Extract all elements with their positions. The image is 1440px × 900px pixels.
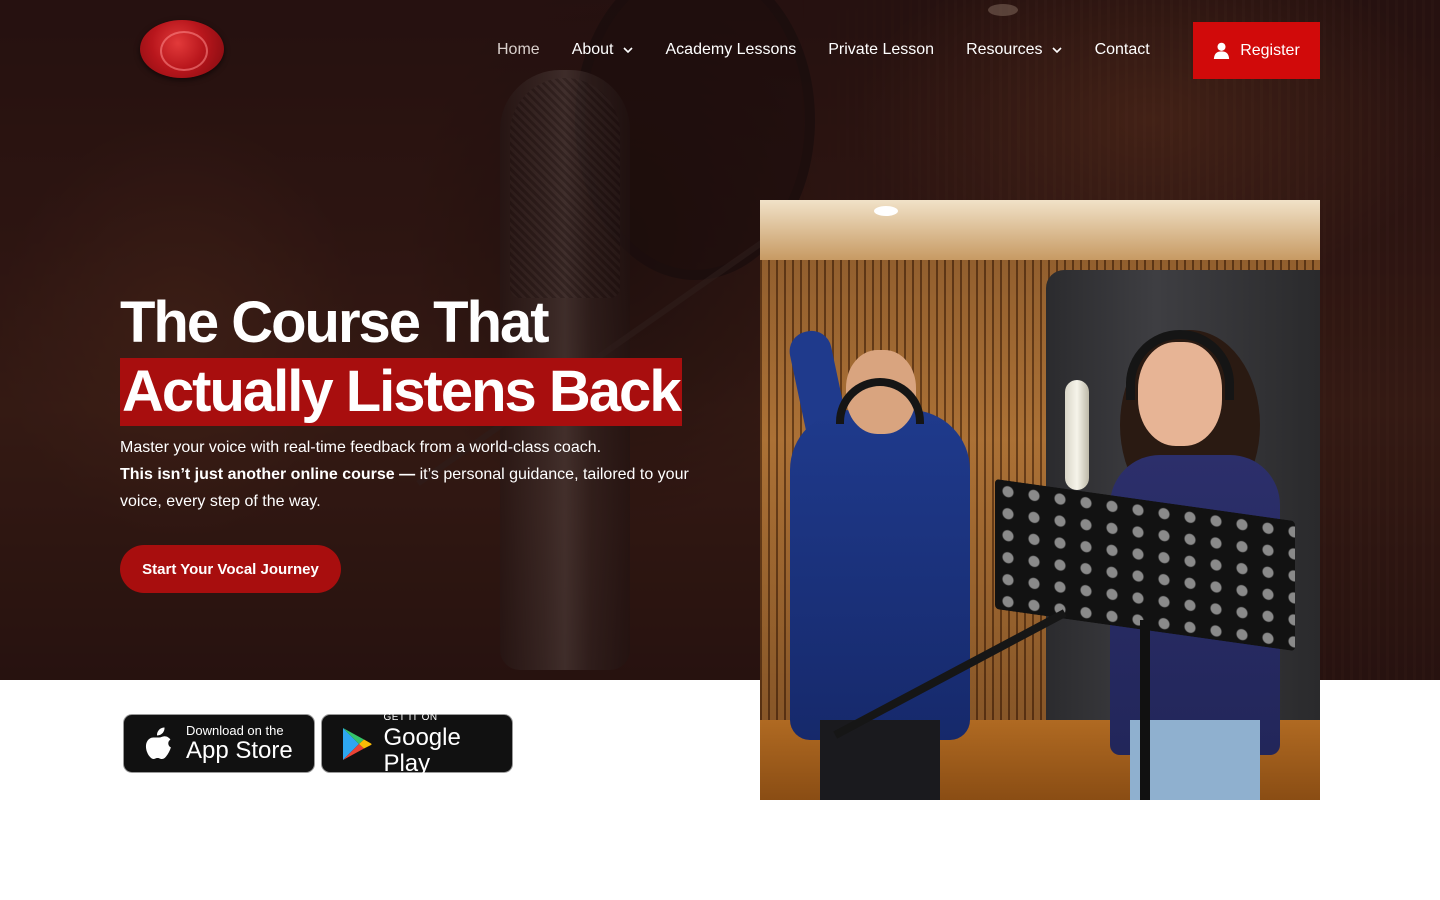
start-vocal-journey-button[interactable]: Start Your Vocal Journey xyxy=(120,545,341,593)
ceiling-lamp xyxy=(874,206,898,216)
subtext-bold: This isn’t just another online course — xyxy=(120,466,416,483)
chevron-down-icon xyxy=(1051,44,1063,56)
google-play-badge[interactable]: GET IT ON Google Play xyxy=(321,712,513,776)
nav-about-label: About xyxy=(571,41,614,58)
main-nav: Home About Academy Lessons Private Lesso… xyxy=(497,36,1150,64)
user-icon xyxy=(1213,42,1230,59)
register-label: Register xyxy=(1240,41,1300,59)
subtext-line-1: Master your voice with real-time feedbac… xyxy=(120,439,602,456)
app-store-text: Download on the App Store xyxy=(186,722,293,764)
nav-home-label: Home xyxy=(497,41,540,58)
nav-private-lesson-label: Private Lesson xyxy=(828,41,935,58)
google-play-big: Google Play xyxy=(383,723,461,777)
app-store-badge[interactable]: Download on the App Store xyxy=(123,714,315,773)
nav-about[interactable]: About xyxy=(572,41,634,59)
google-play-text: GET IT ON Google Play xyxy=(383,711,512,777)
app-store-big: App Store xyxy=(186,736,293,764)
hero-subtext: Master your voice with real-time feedbac… xyxy=(120,434,720,515)
google-play-small: GET IT ON xyxy=(383,711,438,723)
studio-photo xyxy=(760,200,1320,800)
nav-academy-lessons[interactable]: Academy Lessons xyxy=(666,41,797,59)
music-stand-pole xyxy=(1140,620,1150,800)
nav-resources[interactable]: Resources xyxy=(966,41,1062,59)
headline-line-1: The Course That xyxy=(120,290,550,355)
studio-microphone xyxy=(1065,380,1089,490)
hero-headline: The Course That Actually Listens Back xyxy=(120,292,740,426)
headline-line-2-highlight: Actually Listens Back xyxy=(120,358,682,426)
chevron-down-icon xyxy=(622,44,634,56)
google-play-icon xyxy=(340,727,373,761)
nav-contact-label: Contact xyxy=(1094,41,1150,58)
coach-body xyxy=(790,410,970,740)
register-button[interactable]: Register xyxy=(1193,22,1320,79)
studio-ceiling xyxy=(760,200,1320,260)
nav-contact[interactable]: Contact xyxy=(1095,41,1150,59)
nav-private-lesson[interactable]: Private Lesson xyxy=(828,41,934,59)
nav-academy-lessons-label: Academy Lessons xyxy=(665,41,797,58)
cta-label: Start Your Vocal Journey xyxy=(142,560,319,578)
wax-seal-logo[interactable] xyxy=(140,20,224,78)
apple-icon xyxy=(142,726,176,761)
site-header: Home About Academy Lessons Private Lesso… xyxy=(0,0,1440,100)
nav-home[interactable]: Home xyxy=(497,41,540,59)
app-store-small: Download on the xyxy=(186,722,284,738)
nav-resources-label: Resources xyxy=(966,41,1043,58)
